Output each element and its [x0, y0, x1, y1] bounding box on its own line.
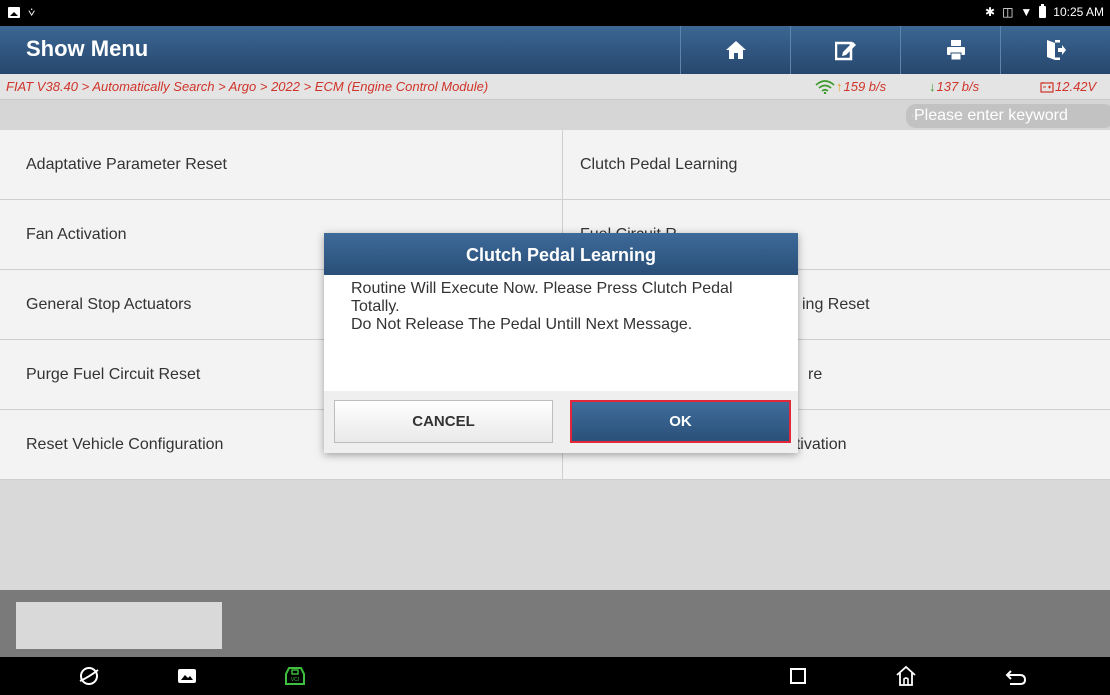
- recents-icon[interactable]: [786, 664, 810, 688]
- vci-icon[interactable]: VCI: [283, 664, 307, 688]
- android-nav-bar: VCI: [0, 657, 1110, 695]
- dialog-message-line-1: Routine Will Execute Now. Please Press C…: [351, 280, 733, 315]
- dialog-message-line-2: Do Not Release The Pedal Untill Next Mes…: [351, 316, 693, 333]
- dialog-title: Clutch Pedal Learning: [324, 233, 798, 275]
- browser-icon[interactable]: [77, 664, 101, 688]
- ok-button[interactable]: OK: [570, 400, 791, 443]
- cancel-button[interactable]: CANCEL: [334, 400, 553, 443]
- back-icon[interactable]: [1004, 664, 1028, 688]
- dialog-footer: CANCEL OK: [324, 391, 798, 453]
- modal-overlay: Clutch Pedal Learning Routine Will Execu…: [0, 0, 1110, 657]
- dialog-message: Routine Will Execute Now. Please Press C…: [324, 275, 798, 391]
- svg-text:VCI: VCI: [291, 677, 299, 683]
- home-icon[interactable]: [894, 664, 918, 688]
- clutch-pedal-learning-dialog: Clutch Pedal Learning Routine Will Execu…: [324, 233, 798, 453]
- gallery-icon[interactable]: [175, 664, 199, 688]
